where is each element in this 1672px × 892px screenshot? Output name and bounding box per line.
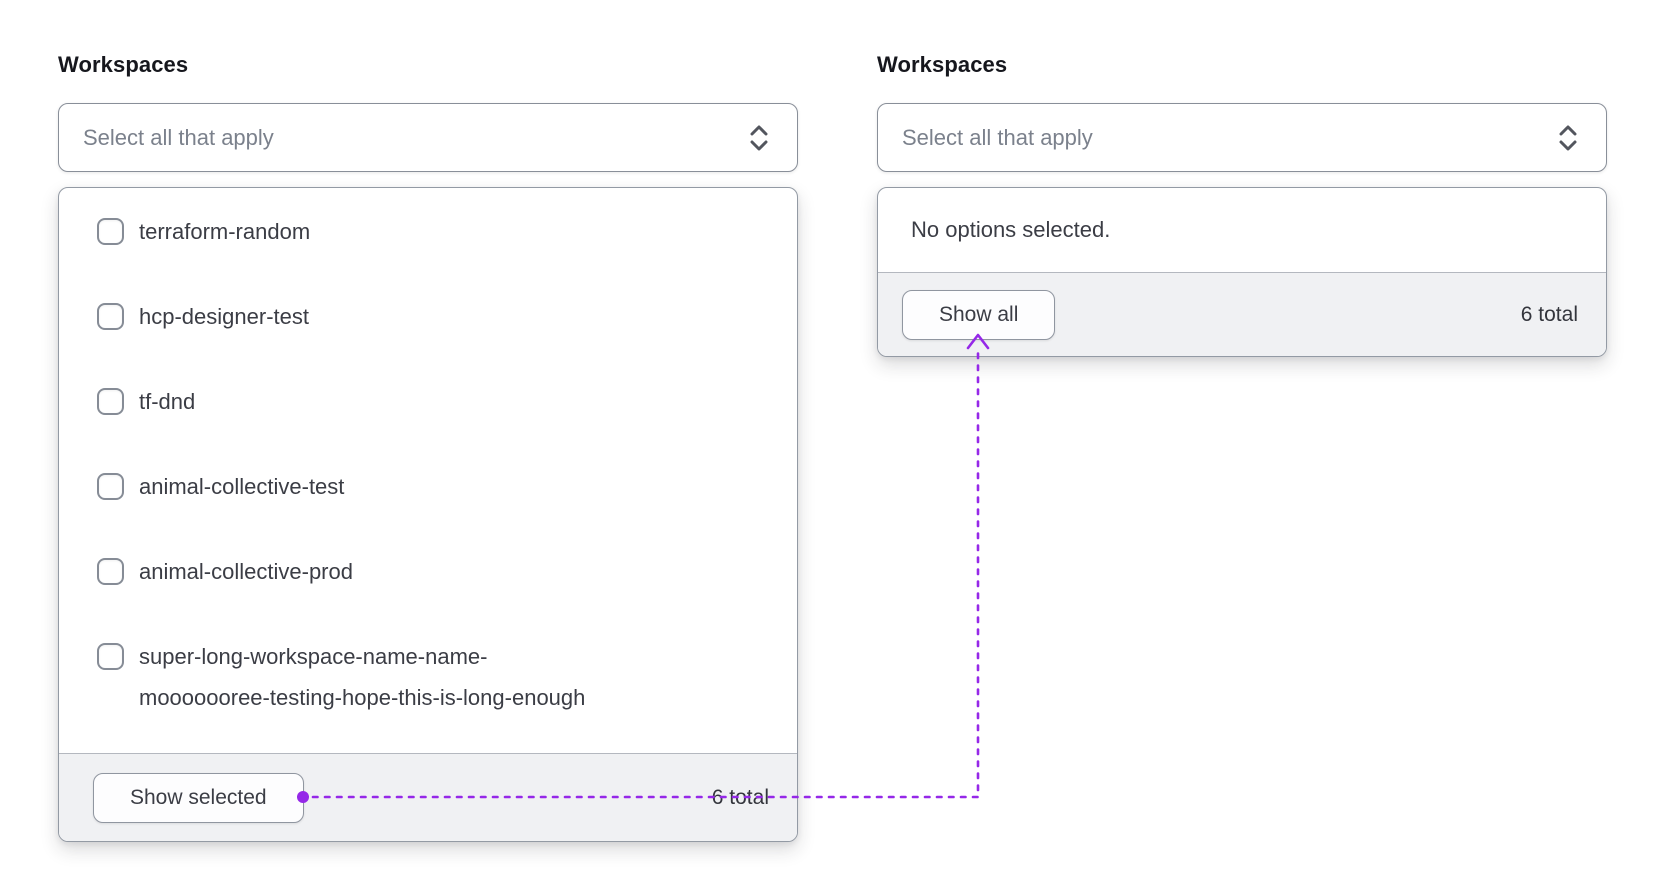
no-options-message: No options selected. <box>911 217 1111 242</box>
option-checkbox[interactable] <box>97 218 124 245</box>
show-all-button[interactable]: Show all <box>902 289 1056 340</box>
chevron-up-down-icon <box>746 122 772 154</box>
option-row-animal-collective-test[interactable]: animal-collective-test <box>59 444 797 529</box>
right-combobox: Workspaces Select all that apply No opti… <box>877 50 1607 357</box>
option-row-tf-dnd[interactable]: tf-dnd <box>59 359 797 444</box>
option-row-super-long-workspace[interactable]: super-long-workspace-name-name- moooooor… <box>59 614 797 740</box>
option-label-line1: super-long-workspace-name-name- <box>139 644 488 669</box>
right-dropdown-footer: Show all 6 total <box>878 272 1606 356</box>
chevron-up-down-icon <box>1555 122 1581 154</box>
left-combobox: Workspaces Select all that apply terrafo… <box>58 50 798 842</box>
right-total-count: 6 total <box>1520 302 1578 326</box>
option-label: terraform-random <box>139 219 311 244</box>
option-label: animal-collective-prod <box>139 559 353 584</box>
page: Workspaces Select all that apply terrafo… <box>0 0 1672 892</box>
option-row-terraform-random[interactable]: terraform-random <box>59 189 797 274</box>
option-label: animal-collective-test <box>139 474 345 499</box>
option-checkbox[interactable] <box>97 303 124 330</box>
left-combobox-label: Workspaces <box>58 52 189 77</box>
option-label: super-long-workspace-name-name- moooooor… <box>139 636 585 718</box>
left-dropdown-footer: Show selected 6 total <box>59 753 797 841</box>
left-total-count: 6 total <box>711 785 769 809</box>
right-combobox-trigger[interactable]: Select all that apply <box>877 103 1607 172</box>
option-row-animal-collective-prod[interactable]: animal-collective-prod <box>59 529 797 614</box>
option-label: hcp-designer-test <box>139 304 309 329</box>
options-list: terraform-random hcp-designer-test tf-dn… <box>59 188 797 753</box>
option-row-hcp-designer-test[interactable]: hcp-designer-test <box>59 274 797 359</box>
left-trigger-placeholder: Select all that apply <box>83 124 274 150</box>
option-checkbox[interactable] <box>97 643 124 670</box>
option-label: tf-dnd <box>139 389 196 414</box>
right-trigger-placeholder: Select all that apply <box>902 124 1093 150</box>
option-checkbox[interactable] <box>97 558 124 585</box>
right-combobox-label: Workspaces <box>877 52 1008 77</box>
right-dropdown-panel: No options selected. Show all 6 total <box>877 187 1607 357</box>
option-checkbox[interactable] <box>97 473 124 500</box>
left-combobox-trigger[interactable]: Select all that apply <box>58 103 798 172</box>
option-checkbox[interactable] <box>97 388 124 415</box>
option-label-line2: mooooooree-testing-hope-this-is-long-eno… <box>139 685 586 710</box>
show-selected-button[interactable]: Show selected <box>93 772 304 823</box>
left-dropdown-panel: terraform-random hcp-designer-test tf-dn… <box>58 187 798 842</box>
